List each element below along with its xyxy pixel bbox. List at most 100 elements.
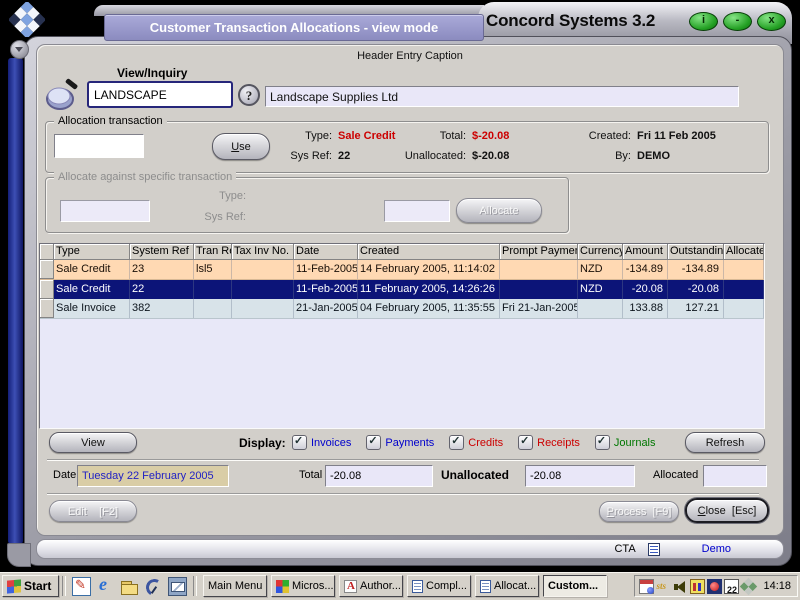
quick-launch-bar xyxy=(69,575,190,596)
cell-tran-ref: lsl5 xyxy=(194,260,232,279)
compose-icon[interactable] xyxy=(72,576,91,596)
checkbox-journals[interactable] xyxy=(594,434,610,450)
app-window: Header Entry Caption View/Inquiry ? Allo… xyxy=(24,36,792,566)
column-header-currency[interactable]: Currency xyxy=(578,244,623,260)
taskbar-button-author[interactable]: Author... xyxy=(339,575,403,597)
taskbar-button-label: Custom... xyxy=(548,580,599,592)
column-header-created[interactable]: Created xyxy=(358,244,500,260)
customer-code-input[interactable] xyxy=(87,81,233,108)
close-button[interactable]: Close [Esc] xyxy=(685,498,769,523)
filter-label: Journals xyxy=(613,436,656,449)
column-header-amount[interactable]: Amount xyxy=(623,244,668,260)
filter-payments: Payments xyxy=(366,434,435,450)
row-selector[interactable] xyxy=(40,280,54,299)
created-label: Created: xyxy=(588,130,631,142)
filter-credits: Credits xyxy=(449,434,503,450)
checkbox-credits[interactable] xyxy=(449,434,465,450)
cell-outstanding: 127.21 xyxy=(668,299,724,318)
outlook-icon[interactable] xyxy=(168,576,187,596)
column-header-type[interactable]: Type xyxy=(54,244,130,260)
window-menu-button[interactable] xyxy=(10,40,29,59)
customer-name-field xyxy=(265,86,739,107)
row-selector[interactable] xyxy=(40,299,54,318)
volume-icon[interactable] xyxy=(673,579,688,594)
cell-tax-inv-no xyxy=(232,260,294,279)
alert-icon[interactable] xyxy=(707,578,723,594)
checkbox-payments[interactable] xyxy=(366,434,382,450)
view-inquiry-label: View/Inquiry xyxy=(117,66,188,80)
column-header-allocate[interactable]: Allocate xyxy=(724,244,764,260)
desktop: Concord Systems 3.2 i - x Header Entry C… xyxy=(0,0,800,600)
help-button[interactable]: ? xyxy=(238,84,260,106)
netmeeting-icon[interactable] xyxy=(144,577,163,596)
cell-created: 14 February 2005, 11:14:02 xyxy=(358,260,500,279)
filter-label: Invoices xyxy=(311,436,352,449)
table-row[interactable]: Sale Invoice 382 21-Jan-2005 04 February 20… xyxy=(40,299,764,319)
unallocated-label: Unallocated: xyxy=(404,150,466,162)
cell-type: Sale Credit xyxy=(54,280,130,299)
taskbar-button-allocat[interactable]: Allocat... xyxy=(475,575,539,597)
left-accent-bar xyxy=(8,58,23,544)
column-header-system-ref[interactable]: System Ref xyxy=(130,244,194,260)
taskbar-button-main-menu[interactable]: Main Menu xyxy=(203,575,267,597)
header-caption: Header Entry Caption xyxy=(357,50,463,62)
by-label: By: xyxy=(615,150,631,162)
table-row[interactable]: Sale Credit 23 lsl5 11-Feb-2005 14 February … xyxy=(40,260,764,280)
filter-journals: Journals xyxy=(594,434,656,450)
brand-title: Concord Systems 3.2 xyxy=(486,11,656,30)
start-button[interactable]: Start xyxy=(2,575,59,597)
task-buttons: Main Menu Micros... Author... Compl... Alloc… xyxy=(200,575,607,597)
minimize-button[interactable]: - xyxy=(723,11,752,31)
row-selector[interactable] xyxy=(40,260,54,279)
main-panel: Header Entry Caption View/Inquiry ? Allo… xyxy=(36,44,784,536)
cell-outstanding: -134.89 xyxy=(668,260,724,279)
by-value: DEMO xyxy=(637,150,670,162)
column-header-outstanding[interactable]: Outstanding xyxy=(668,244,724,260)
process-button: Process [F9] xyxy=(599,501,679,522)
cell-prompt-payment xyxy=(500,280,578,299)
windows-flag-icon xyxy=(7,578,21,594)
sys-ref-label: Sys Ref: xyxy=(290,150,332,162)
table-row[interactable]: Sale Credit 22 11-Feb-2005 11 February 2005… xyxy=(40,280,764,299)
taskbar-clock: 14:18 xyxy=(763,580,791,592)
checkbox-invoices[interactable] xyxy=(292,434,307,450)
app-logo-icon xyxy=(7,0,47,39)
separator-line xyxy=(47,459,759,461)
taskbar-button-label: Author... xyxy=(360,580,401,592)
internet-explorer-icon[interactable] xyxy=(96,575,115,596)
column-header-date[interactable]: Date xyxy=(294,244,358,260)
checkbox-receipts[interactable] xyxy=(518,434,534,450)
pattern-icon[interactable] xyxy=(740,577,758,595)
allocation-code-input[interactable] xyxy=(54,134,144,158)
cell-date: 11-Feb-2005 xyxy=(294,280,358,299)
row-selector-header[interactable] xyxy=(40,244,54,260)
document-icon xyxy=(647,542,660,556)
info-button[interactable]: i xyxy=(689,11,718,31)
cell-prompt-payment: Fri 21-Jan-2005 xyxy=(500,299,578,318)
created-value: Fri 11 Feb 2005 xyxy=(637,130,716,142)
cell-tax-inv-no xyxy=(232,299,294,318)
cell-tran-ref xyxy=(194,280,232,299)
cell-amount: -20.08 xyxy=(623,280,668,299)
cell-system-ref: 382 xyxy=(130,299,194,318)
folder-icon[interactable] xyxy=(120,577,139,596)
column-header-prompt-payment[interactable]: Prompt Payment xyxy=(500,244,578,260)
close-window-button[interactable]: x xyxy=(757,11,786,31)
scheduler-icon[interactable] xyxy=(639,578,655,594)
chart-icon[interactable] xyxy=(690,578,706,594)
cell-outstanding: -20.08 xyxy=(668,280,724,299)
filter-label: Payments xyxy=(385,436,435,449)
sts-icon[interactable] xyxy=(656,579,671,594)
taskbar-button-custom[interactable]: Custom... xyxy=(543,575,607,597)
taskbar-button-micros[interactable]: Micros... xyxy=(271,575,335,597)
display-filters: Invoices Payments Credits Receipts Journals xyxy=(292,434,656,450)
window-title-text: Customer Transaction Allocations - view … xyxy=(149,20,439,35)
taskbar-button-compl[interactable]: Compl... xyxy=(407,575,471,597)
column-header-tax-inv-no[interactable]: Tax Inv No. xyxy=(232,244,294,260)
view-button[interactable]: View xyxy=(49,432,137,453)
specific-type-label: Type: xyxy=(219,190,246,202)
refresh-button[interactable]: Refresh xyxy=(685,432,765,453)
document-icon xyxy=(480,579,491,593)
column-header-tran-ref[interactable]: Tran Ref xyxy=(194,244,232,260)
calendar-22-icon[interactable] xyxy=(724,578,740,594)
